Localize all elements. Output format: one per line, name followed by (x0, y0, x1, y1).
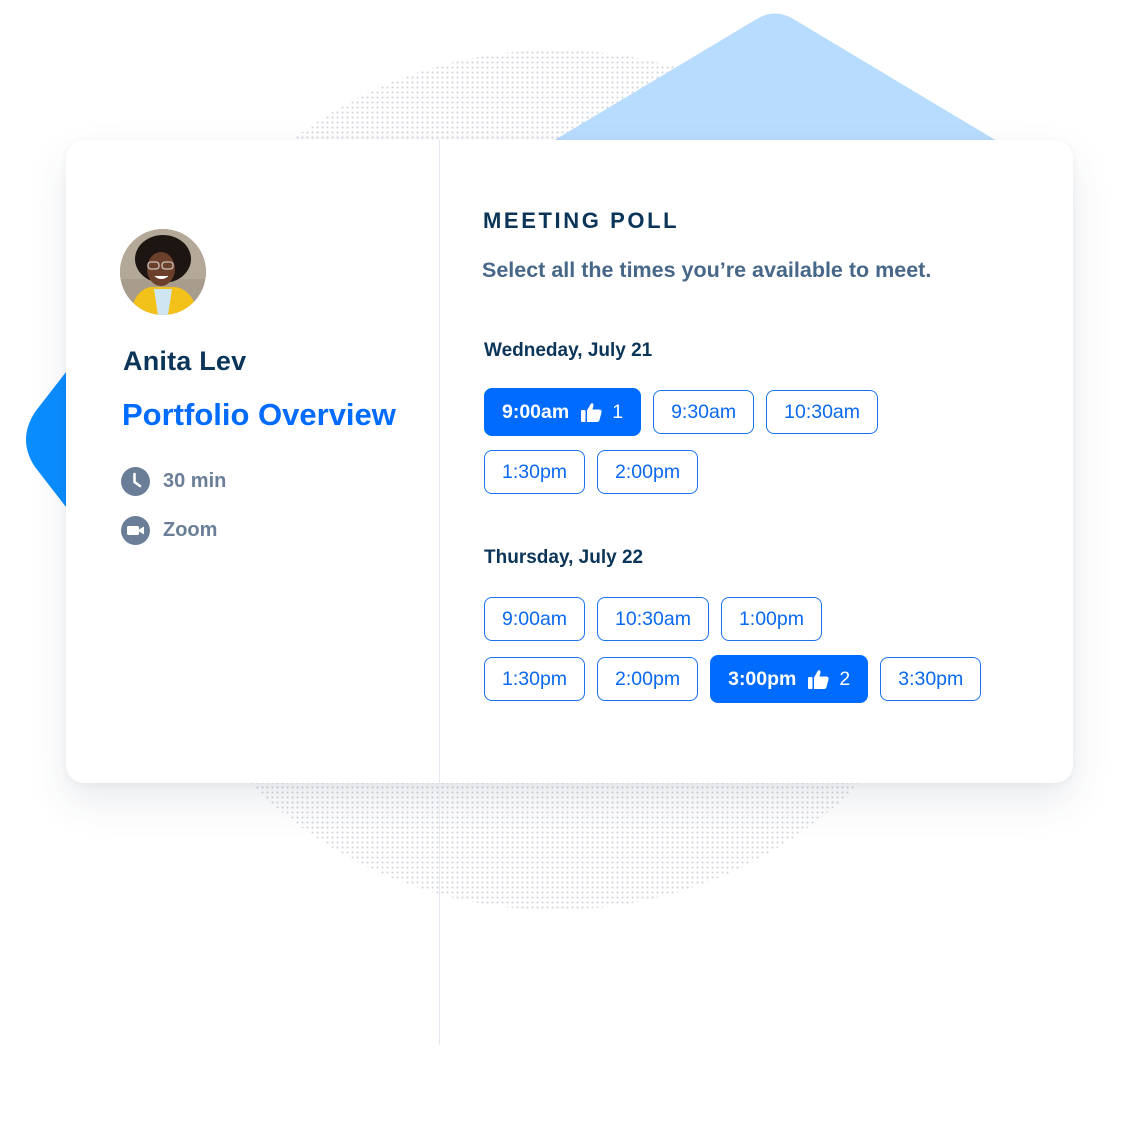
vote-count: 1 (612, 400, 624, 423)
host-name: Anita Lev (123, 346, 247, 376)
event-title: Portfolio Overview (122, 397, 396, 432)
time-slot-label: 3:30pm (898, 667, 964, 690)
time-slot-label: 1:30pm (502, 460, 568, 483)
time-slot[interactable]: 9:30am (653, 390, 755, 434)
clock-icon (121, 467, 150, 496)
time-slot[interactable]: 9:00am (484, 597, 586, 641)
time-slot-label: 10:30am (615, 607, 691, 630)
time-slot-label: 9:00am (502, 607, 568, 630)
thumbs-up-icon (581, 403, 602, 422)
time-slot[interactable]: 10:30am (597, 597, 709, 641)
poll-instructions: Select all the times you’re available to… (482, 258, 932, 282)
vote-count: 2 (839, 667, 851, 690)
time-slot-label: 2:00pm (615, 460, 681, 483)
avatar (120, 229, 206, 315)
time-slot-selected[interactable]: 3:00pm 2 (710, 655, 869, 703)
day-heading: Wedneday, July 21 (484, 340, 653, 361)
time-slot-label: 2:00pm (615, 667, 681, 690)
time-slot[interactable]: 1:00pm (720, 597, 822, 641)
time-slot-label: 9:30am (671, 400, 737, 423)
event-location: Zoom (121, 516, 217, 545)
duration-label: 30 min (163, 470, 227, 492)
time-slot[interactable]: 2:00pm (597, 450, 699, 494)
time-slot-row: 9:00am 1 9:30am 10:30am (484, 388, 879, 436)
time-slot-label: 10:30am (784, 400, 861, 423)
time-slot[interactable]: 10:30am (766, 390, 879, 434)
time-slot-label: 1:30pm (502, 667, 568, 690)
panel-divider (439, 140, 440, 1045)
video-camera-icon (121, 516, 150, 545)
blue-triangle-decoration (538, 13, 1012, 150)
avatar-photo (120, 229, 206, 315)
time-slot[interactable]: 2:00pm (597, 657, 699, 701)
thumbs-up-icon (808, 670, 829, 689)
poll-label: MEETING POLL (483, 208, 680, 233)
time-slot[interactable]: 3:30pm (880, 657, 982, 701)
time-slot-label: 1:00pm (738, 607, 804, 630)
time-slot[interactable]: 1:30pm (484, 657, 586, 701)
time-slot-selected[interactable]: 9:00am 1 (484, 388, 642, 436)
time-slot-label: 3:00pm (728, 667, 797, 690)
time-slot[interactable]: 1:30pm (484, 450, 586, 494)
event-duration: 30 min (121, 467, 226, 496)
location-label: Zoom (163, 519, 218, 541)
time-slot-row: 9:00am 10:30am 1:00pm (484, 597, 822, 641)
time-slot-row: 1:30pm 2:00pm 3:00pm 2 3:30pm (484, 655, 982, 703)
time-slot-label: 9:00am (502, 400, 570, 423)
day-heading: Thursday, July 22 (484, 547, 644, 568)
time-slot-row: 1:30pm 2:00pm (484, 450, 699, 494)
